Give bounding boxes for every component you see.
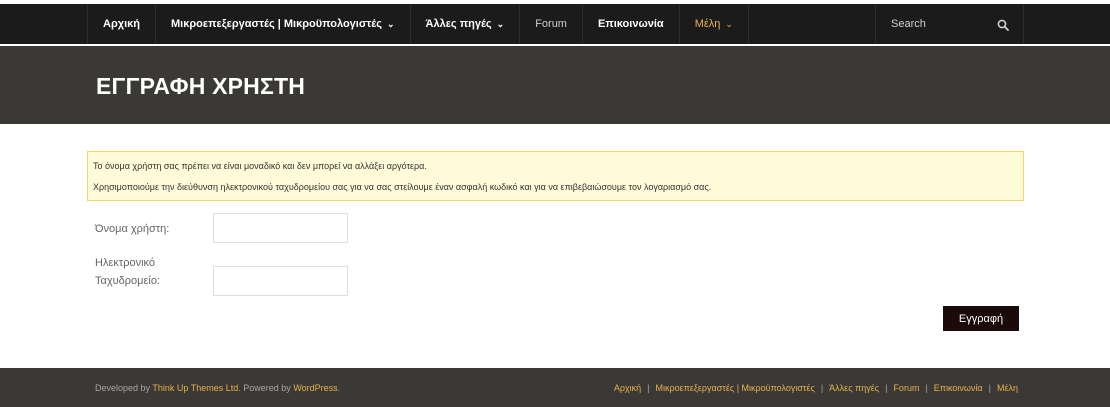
nav-item-label: Forum (535, 18, 567, 30)
footer-link-contact[interactable]: Επικοινωνία (934, 383, 983, 393)
email-field[interactable] (213, 266, 348, 296)
footer-separator: | (925, 383, 928, 393)
search-icon[interactable] (997, 18, 1009, 31)
nav-item-label: Επικοινωνία (597, 18, 664, 30)
nav-item-label: Μικροεπεξεργαστές | Μικροϋπολογιστές (171, 18, 382, 30)
footer-separator: | (647, 383, 650, 393)
nav-item-other-sources[interactable]: Άλλες πηγές ⌄ (411, 4, 521, 44)
footer-developed-text: Developed by (95, 383, 151, 393)
footer-separator: | (885, 383, 888, 393)
wordpress-link[interactable]: WordPress (293, 383, 337, 393)
footer-credits: Developed by Think Up Themes Ltd. Powere… (95, 383, 340, 393)
page-header-band: ΕΓΓΡΑΦΗ ΧΡΗΣΤΗ (0, 46, 1110, 124)
footer-link-members[interactable]: Μέλη (997, 383, 1018, 393)
footer-link-other-sources[interactable]: Άλλες πηγές (829, 383, 879, 393)
nav-spacer (749, 4, 876, 44)
nav-item-members[interactable]: Μέλη ⌄ (680, 4, 749, 44)
chevron-down-icon: ⌄ (386, 18, 395, 29)
chevron-down-icon: ⌄ (496, 18, 505, 29)
register-button[interactable]: Εγγραφή (943, 306, 1019, 331)
nav-item-label: Μέλη (694, 18, 721, 30)
nav-item-label: Αρχική (103, 18, 140, 30)
nav-menu: Αρχική Μικροεπεξεργαστές | Μικροϋπολογισ… (87, 4, 1024, 44)
footer: Developed by Think Up Themes Ltd. Powere… (0, 368, 1110, 407)
page-title: ΕΓΓΡΑΦΗ ΧΡΗΣΤΗ (96, 73, 306, 99)
theme-author-link[interactable]: Think Up Themes Ltd (152, 383, 238, 393)
email-label-line1: Ηλεκτρονικό (95, 257, 155, 269)
footer-link-microprocessors[interactable]: Μικροεπεξεργαστές | Μικροϋπολογιστές (656, 383, 815, 393)
nav-item-contact[interactable]: Επικοινωνία (583, 4, 680, 44)
footer-link-forum[interactable]: Forum (893, 383, 919, 393)
search-input[interactable] (891, 18, 981, 30)
footer-menu: Αρχική | Μικροεπεξεργαστές | Μικροϋπολογ… (614, 383, 1018, 393)
footer-powered-text: . Powered by (238, 383, 291, 393)
top-navigation: Αρχική Μικροεπεξεργαστές | Μικροϋπολογισ… (0, 0, 1110, 46)
notice-line-email: Χρησιμοποιούμε την διεύθυνση ηλεκτρονικο… (93, 182, 712, 192)
nav-item-label: Άλλες πηγές (425, 18, 492, 30)
username-label: Όνομα χρήστη: (95, 223, 170, 235)
nav-item-home[interactable]: Αρχική (88, 4, 156, 44)
footer-separator: | (988, 383, 991, 393)
footer-link-home[interactable]: Αρχική (614, 383, 641, 393)
nav-bar: Αρχική Μικροεπεξεργαστές | Μικροϋπολογισ… (0, 4, 1110, 44)
nav-item-forum[interactable]: Forum (520, 4, 583, 44)
chevron-down-icon: ⌄ (725, 18, 733, 29)
email-label-line2: Ταχυδρομείο: (95, 275, 161, 287)
username-field[interactable] (213, 213, 348, 243)
footer-separator: | (820, 383, 824, 393)
footer-end-text: . (337, 383, 341, 393)
info-notice: Το όνομα χρήστη σας πρέπει να είναι μονα… (87, 151, 1024, 201)
notice-line-username: Το όνομα χρήστη σας πρέπει να είναι μονα… (93, 161, 427, 171)
nav-item-microprocessors[interactable]: Μικροεπεξεργαστές | Μικροϋπολογιστές ⌄ (156, 4, 411, 44)
search-box (876, 4, 1024, 44)
